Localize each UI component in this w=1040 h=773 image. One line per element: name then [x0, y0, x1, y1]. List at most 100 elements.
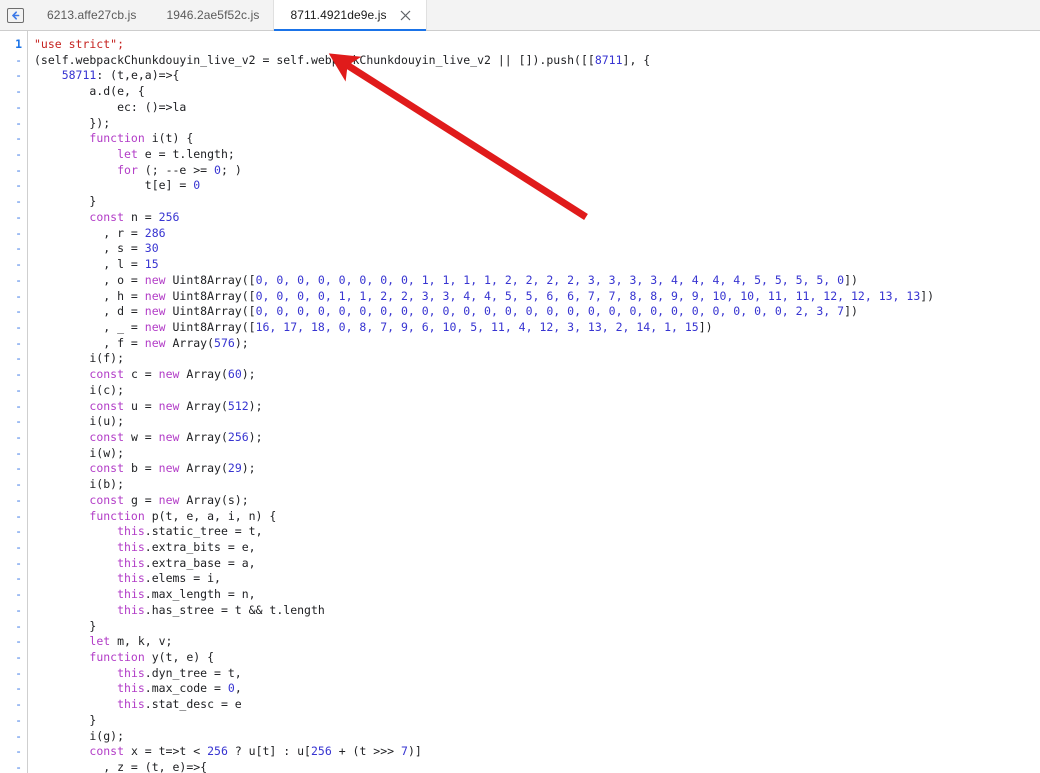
code-token: 29	[227, 461, 242, 476]
tab-label: 8711.4921de9e.js	[290, 8, 387, 22]
code-line[interactable]: , o = new Uint8Array([0, 0, 0, 0, 0, 0, …	[34, 273, 1040, 289]
code-line[interactable]: this.dyn_tree = t,	[34, 666, 1040, 682]
code-line[interactable]: function p(t, e, a, i, n) {	[34, 509, 1040, 525]
code-token: 512	[227, 398, 249, 413]
code-line[interactable]: const x = t=>t < 256 ? u[t] : u[256 + (t…	[34, 744, 1040, 760]
code-token: new	[144, 304, 166, 319]
tab-6213.affe27cb.js[interactable]: 6213.affe27cb.js	[31, 0, 151, 30]
code-line[interactable]: const c = new Array(60);	[34, 367, 1040, 383]
code-token: 0, 0, 0, 0, 0, 0, 0, 0, 1, 1, 1, 1, 2, 2…	[255, 272, 845, 287]
line-number: -	[15, 147, 22, 162]
code-token: c =	[124, 367, 159, 382]
line-number: -	[15, 288, 22, 303]
code-line[interactable]: const u = new Array(512);	[34, 399, 1040, 415]
code-line[interactable]: a.d(e, {	[34, 84, 1040, 100]
code-line[interactable]: this.elems = i,	[34, 571, 1040, 587]
code-token: 8711	[594, 52, 623, 67]
line-number: -	[15, 319, 22, 334]
code-line[interactable]: this.max_code = 0,	[34, 681, 1040, 697]
code-line[interactable]: , _ = new Uint8Array([16, 17, 18, 0, 8, …	[34, 320, 1040, 336]
code-line[interactable]: , s = 30	[34, 241, 1040, 257]
code-line[interactable]: , r = 286	[34, 226, 1040, 242]
code-line[interactable]: this.stat_desc = e	[34, 697, 1040, 713]
code-line[interactable]: });	[34, 116, 1040, 132]
code-line[interactable]: this.static_tree = t,	[34, 524, 1040, 540]
code-token: new	[158, 367, 180, 382]
code-token: Array(	[179, 398, 228, 413]
code-line[interactable]: t[e] = 0	[34, 178, 1040, 194]
code-line[interactable]: i(b);	[34, 477, 1040, 493]
code-line[interactable]: 58711: (t,e,a)=>{	[34, 68, 1040, 84]
code-token: , z = (t, e)=>{	[34, 760, 208, 773]
code-line[interactable]: for (; --e >= 0; )	[34, 163, 1040, 179]
code-token: 576	[214, 335, 235, 350]
collapse-left-panel-button[interactable]	[0, 0, 31, 30]
code-token: "use strict";	[34, 37, 125, 51]
code-line[interactable]: , l = 15	[34, 257, 1040, 273]
code-line[interactable]: this.has_stree = t && t.length	[34, 603, 1040, 619]
tab-8711.4921de9e.js[interactable]: 8711.4921de9e.js	[273, 0, 427, 31]
tab-1946.2ae5f52c.js[interactable]: 1946.2ae5f52c.js	[150, 0, 274, 30]
code-line[interactable]: , z = (t, e)=>{	[34, 760, 1040, 773]
code-token: new	[144, 288, 166, 303]
code-line[interactable]: this.extra_base = a,	[34, 556, 1040, 572]
code-line[interactable]: , f = new Array(576);	[34, 336, 1040, 352]
code-line[interactable]: }	[34, 194, 1040, 210]
code-line[interactable]: }	[34, 619, 1040, 635]
code-token: : (t,e,a)=>{	[96, 68, 180, 83]
code-line[interactable]: const g = new Array(s);	[34, 493, 1040, 509]
code-token: this	[117, 555, 145, 570]
code-token: this	[117, 602, 145, 617]
code-token: , d =	[34, 304, 145, 319]
line-number: -	[15, 115, 22, 130]
code-token: Array(	[179, 429, 228, 444]
code-token: i(w);	[34, 445, 125, 460]
code-line[interactable]: i(g);	[34, 729, 1040, 745]
code-line[interactable]: function y(t, e) {	[34, 650, 1040, 666]
code-line[interactable]: i(c);	[34, 383, 1040, 399]
code-token: new	[158, 461, 180, 476]
code-line[interactable]: const w = new Array(256);	[34, 430, 1040, 446]
close-icon[interactable]	[399, 9, 412, 22]
code-line[interactable]: ec: ()=>la	[34, 100, 1040, 116]
code-token: const	[89, 429, 125, 444]
code-content[interactable]: "use strict"; (self.webpackChunkdouyin_li…	[28, 31, 1040, 773]
code-line[interactable]: this.extra_bits = e,	[34, 540, 1040, 556]
code-line[interactable]: , d = new Uint8Array([0, 0, 0, 0, 0, 0, …	[34, 304, 1040, 320]
code-token: }	[34, 618, 97, 633]
line-number: -	[15, 524, 22, 539]
code-token: n =	[124, 209, 159, 224]
line-number: -	[15, 602, 22, 617]
code-line[interactable]: "use strict";	[34, 37, 1040, 53]
code-token: e = t.length;	[137, 147, 235, 162]
code-line[interactable]: i(u);	[34, 414, 1040, 430]
code-token: Array(	[179, 367, 228, 382]
code-line[interactable]: i(f);	[34, 351, 1040, 367]
code-line[interactable]: }	[34, 713, 1040, 729]
code-line[interactable]: const n = 256	[34, 210, 1040, 226]
code-line[interactable]: let e = t.length;	[34, 147, 1040, 163]
code-line[interactable]: , h = new Uint8Array([0, 0, 0, 0, 1, 1, …	[34, 289, 1040, 305]
code-token: , f =	[34, 335, 145, 350]
code-line[interactable]: i(w);	[34, 446, 1040, 462]
line-number: -	[15, 697, 22, 712]
code-line[interactable]: (self.webpackChunkdouyin_live_v2 = self.…	[34, 53, 1040, 69]
code-line[interactable]: let m, k, v;	[34, 634, 1040, 650]
code-line[interactable]: function i(t) {	[34, 131, 1040, 147]
code-line[interactable]: this.max_length = n,	[34, 587, 1040, 603]
line-number: -	[15, 587, 22, 602]
code-token: 16, 17, 18, 0, 8, 7, 9, 6, 10, 5, 11, 4,…	[255, 319, 699, 334]
code-line[interactable]: const b = new Array(29);	[34, 461, 1040, 477]
code-token: ; )	[220, 162, 242, 177]
code-token: .extra_bits = e,	[144, 540, 256, 554]
code-token: 60	[227, 367, 242, 382]
line-number: -	[15, 634, 22, 649]
code-editor[interactable]: 1---------------------------------------…	[0, 31, 1040, 773]
